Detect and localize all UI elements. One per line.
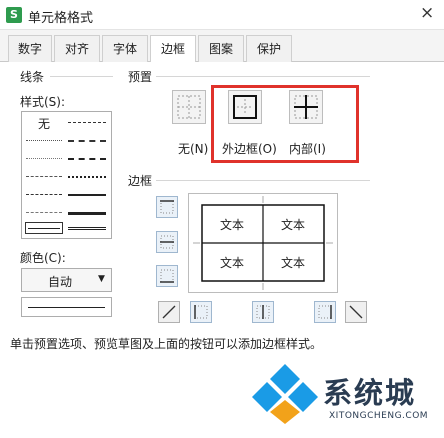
line-group-divider bbox=[50, 76, 113, 77]
line-style-option[interactable] bbox=[68, 140, 106, 142]
line-style-list[interactable]: 无 bbox=[21, 111, 112, 239]
watermark-text: 系统城 bbox=[323, 376, 417, 410]
left-border-button[interactable] bbox=[190, 301, 212, 323]
bottom-border-icon bbox=[160, 269, 174, 283]
chevron-down-icon: ▼ bbox=[98, 274, 105, 284]
border-preview[interactable]: 文本 文本 文本 文本 bbox=[188, 193, 338, 293]
line-style-option[interactable] bbox=[68, 227, 106, 230]
tab-border[interactable]: 边框 bbox=[150, 35, 196, 63]
line-style-selected[interactable] bbox=[25, 222, 63, 234]
color-label: 颜色(C): bbox=[20, 251, 66, 265]
no-border-icon bbox=[177, 95, 201, 119]
preset-group-title: 预置 bbox=[128, 70, 153, 84]
border-group-title: 边框 bbox=[128, 174, 153, 188]
border-group-divider bbox=[156, 180, 370, 181]
highlight-box bbox=[211, 85, 359, 163]
top-border-button[interactable] bbox=[156, 196, 178, 218]
left-border-icon bbox=[194, 305, 208, 319]
tab-font[interactable]: 字体 bbox=[102, 35, 148, 62]
tab-pattern[interactable]: 图案 bbox=[198, 35, 244, 62]
diagonal-down-border-button[interactable] bbox=[345, 301, 367, 323]
preview-cell-text: 文本 bbox=[220, 256, 245, 270]
line-style-option[interactable] bbox=[68, 122, 106, 123]
line-style-option[interactable] bbox=[26, 176, 62, 177]
preview-grid bbox=[193, 196, 333, 290]
line-group-title: 线条 bbox=[20, 70, 45, 84]
bottom-border-button[interactable] bbox=[156, 265, 178, 287]
window-title: 单元格格式 bbox=[28, 11, 94, 26]
color-select[interactable]: 自动 ▼ bbox=[21, 268, 112, 292]
line-style-option[interactable] bbox=[26, 140, 62, 141]
diagonal-down-icon bbox=[349, 305, 363, 319]
tab-alignment[interactable]: 对齐 bbox=[54, 35, 100, 62]
preview-cell-text: 文本 bbox=[281, 218, 306, 232]
middle-vertical-border-button[interactable] bbox=[252, 301, 274, 323]
middle-horizontal-border-button[interactable] bbox=[156, 231, 178, 253]
watermark-logo-icon bbox=[252, 364, 318, 424]
line-style-option[interactable] bbox=[26, 158, 62, 159]
line-style-option[interactable] bbox=[26, 194, 62, 195]
color-select-value: 自动 bbox=[48, 275, 73, 289]
right-border-button[interactable] bbox=[314, 301, 336, 323]
watermark-url: XITONGCHENG.COM bbox=[329, 411, 429, 421]
preset-none-label: 无(N) bbox=[178, 142, 209, 156]
line-style-option[interactable] bbox=[68, 176, 106, 178]
preset-group-divider bbox=[156, 76, 370, 77]
line-style-option[interactable] bbox=[26, 212, 62, 213]
hint-text: 单击预置选项、预览草图及上面的按钮可以添加边框样式。 bbox=[10, 337, 323, 351]
inside-vertical-border-icon bbox=[256, 305, 270, 319]
line-style-option[interactable] bbox=[68, 194, 106, 196]
line-style-option[interactable] bbox=[68, 158, 106, 160]
line-preview bbox=[21, 297, 112, 317]
top-border-icon bbox=[160, 200, 174, 214]
tab-number[interactable]: 数字 bbox=[8, 35, 52, 62]
line-style-option[interactable] bbox=[68, 212, 106, 215]
preview-cell-text: 文本 bbox=[281, 256, 306, 270]
style-label: 样式(S): bbox=[20, 95, 66, 109]
right-border-icon bbox=[318, 305, 332, 319]
line-style-none[interactable]: 无 bbox=[38, 115, 50, 132]
inside-horizontal-border-icon bbox=[160, 235, 174, 249]
preview-cell-text: 文本 bbox=[220, 218, 245, 232]
app-logo-icon: S bbox=[6, 7, 22, 23]
preset-none-button[interactable] bbox=[172, 90, 206, 124]
diagonal-up-border-button[interactable] bbox=[158, 301, 180, 323]
tab-protection[interactable]: 保护 bbox=[246, 35, 292, 62]
close-button[interactable]: × bbox=[420, 3, 434, 23]
diagonal-up-icon bbox=[162, 305, 176, 319]
